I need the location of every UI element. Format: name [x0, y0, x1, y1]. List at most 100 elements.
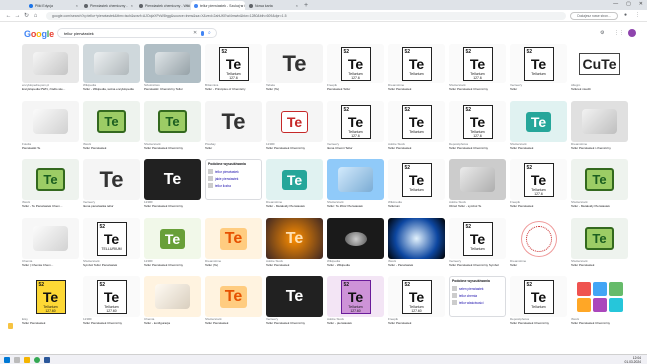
image-caption[interactable]: Tellur Pierwiastek — [510, 204, 567, 208]
image-result[interactable]: Te — [571, 159, 628, 200]
tab-1[interactable]: Pierwiastek chemiczny - × — [81, 1, 135, 10]
avatar[interactable] — [628, 29, 636, 37]
image-caption[interactable]: Tellur Pierwiastek — [83, 146, 140, 150]
image-caption[interactable]: Tellur Pierwiastek Chemiczny — [449, 87, 506, 91]
image-caption[interactable]: Tellur Pierwiastek — [388, 87, 445, 91]
image-result[interactable]: Podobne wyszukiwania tellur pierwiastek ja… — [205, 159, 262, 200]
image-result[interactable]: Te — [83, 101, 140, 142]
image-result[interactable]: 52 Te Tellurium 127.6 — [449, 44, 506, 83]
image-result[interactable]: 52 Te Tellurium — [388, 44, 445, 83]
image-caption[interactable]: Tellur Pierwiastek — [388, 321, 445, 325]
image-result[interactable] — [22, 218, 79, 259]
image-caption[interactable]: Ikona pierwiastka tellur — [83, 204, 140, 208]
windows-start-icon[interactable] — [4, 357, 10, 363]
image-result[interactable]: Te — [205, 276, 262, 317]
reload-icon[interactable]: ↻ — [22, 12, 31, 19]
image-result[interactable]: 52 Te Tellurium — [449, 218, 506, 259]
image-result[interactable]: 52 Te Tellurium — [388, 101, 445, 142]
tab-close-icon[interactable]: × — [186, 3, 188, 8]
image-result[interactable]: Te — [144, 159, 201, 200]
tab-close-icon[interactable]: × — [76, 3, 78, 8]
image-caption[interactable]: Tellur — [510, 87, 567, 91]
image-result[interactable]: Te — [266, 159, 323, 200]
home-icon[interactable]: ⌂ — [31, 13, 40, 19]
image-result[interactable]: Te — [266, 276, 323, 317]
image-caption[interactable]: Tellur Pierwiastek Chemiczny — [266, 321, 323, 325]
image-caption[interactable]: Tellur | Chemia Chem... — [22, 263, 79, 267]
maximize-icon[interactable]: ▢ — [626, 1, 631, 7]
image-caption[interactable]: Tellur Pierwiastek Chemiczny — [571, 321, 628, 325]
related-search-item[interactable]: tellur liczba — [208, 183, 231, 188]
image-caption[interactable]: Tellur Pierwiastek Chemiczny — [144, 204, 201, 208]
image-result[interactable] — [449, 159, 506, 200]
image-caption[interactable]: Tellur - Pierwiastek — [388, 263, 445, 267]
image-caption[interactable]: Tellur - Wikipedia — [327, 263, 384, 267]
settings-icon[interactable]: ⚙ — [600, 30, 604, 36]
image-caption[interactable]: Encyklopedia PWN, źródło wie... — [22, 87, 79, 91]
tab-4[interactable]: Nowa karta × — [246, 1, 300, 10]
microphone-icon[interactable] — [201, 31, 204, 36]
image-result[interactable] — [388, 218, 445, 259]
image-caption[interactable]: Tellur Pierwiastek Chemiczny — [449, 146, 506, 150]
image-caption[interactable]: Tellur Pierwiastek — [22, 321, 79, 325]
tab-close-icon[interactable]: × — [241, 3, 243, 8]
image-caption[interactable]: Tellur - konfiguracja — [144, 321, 201, 325]
menu-icon[interactable]: ⋮ — [635, 12, 640, 18]
image-result[interactable]: 52 Te Tellurium 127.60 — [388, 276, 445, 317]
image-result[interactable]: Podobne wyszukiwania selen pierwiastek tel… — [449, 276, 506, 317]
image-result[interactable]: 52 Te Tellurium — [510, 276, 567, 317]
image-caption[interactable]: Tellur Pierwiastek — [266, 263, 323, 267]
image-result[interactable]: Te — [266, 101, 323, 142]
search-box[interactable]: tellur pierwiastek ✕ ⌕ — [57, 28, 217, 38]
image-caption[interactable]: Tellur Pierwiastek — [388, 146, 445, 150]
search-taskbar-icon[interactable] — [14, 357, 20, 363]
image-caption[interactable]: Tellur — [205, 146, 262, 150]
image-caption[interactable]: Tellur - Wikipedia, wolna encyklopedia — [83, 87, 140, 91]
image-result[interactable] — [571, 276, 628, 317]
image-result[interactable]: 52 Te Tellurium 127.6 — [327, 101, 384, 142]
new-tab-icon[interactable]: + — [304, 1, 308, 10]
tab-0[interactable]: Pliki Edycja × — [26, 1, 80, 10]
clear-icon[interactable]: ✕ — [193, 30, 197, 36]
image-caption[interactable]: Tellur Pierwiastek Chemiczny — [510, 321, 567, 325]
word-icon[interactable] — [44, 357, 50, 363]
image-result[interactable] — [571, 101, 628, 142]
image-caption[interactable]: Obraz Tellur - symbol Te — [449, 204, 506, 208]
apps-grid-icon[interactable]: ⋮⋮ — [614, 30, 624, 36]
search-icon[interactable]: ⌕ — [208, 30, 211, 36]
image-result[interactable]: 52 Te Tellurium — [388, 159, 445, 200]
image-result[interactable]: Te — [266, 44, 323, 83]
image-caption[interactable]: Pierwiastki Te — [22, 146, 79, 150]
related-search-item[interactable]: jakie pierwiastek — [208, 176, 238, 181]
chrome-icon[interactable] — [34, 357, 40, 363]
image-result[interactable] — [510, 218, 567, 259]
image-result[interactable]: Te — [571, 218, 628, 259]
image-result[interactable]: Te — [510, 101, 567, 142]
related-search-item[interactable]: tellur pierwiastek — [208, 169, 239, 174]
image-caption[interactable]: Tellur (Te) — [205, 263, 262, 267]
image-caption[interactable]: Tellur Pierwiastek — [571, 263, 628, 267]
image-caption[interactable]: Tellur - Metaloidy Pierwiastek — [266, 204, 323, 208]
close-window-icon[interactable]: ✕ — [639, 1, 643, 7]
image-caption[interactable]: Ikona Chemii Tellur — [327, 146, 384, 150]
image-caption[interactable]: Tellur - Metaloidy Pierwiastek — [571, 204, 628, 208]
url-field[interactable]: google.com/search?q=tellur+pierwiastek&t… — [46, 12, 566, 20]
image-result[interactable]: Te — [205, 101, 262, 142]
image-result[interactable]: Te — [83, 159, 140, 200]
image-caption[interactable]: Symbol Tellur Pierwiastek — [83, 263, 140, 267]
google-logo[interactable]: Google — [24, 29, 54, 39]
image-result[interactable] — [83, 44, 140, 83]
image-caption[interactable]: Tellurium — [388, 204, 445, 208]
tab-3[interactable]: tellur pierwiastek - Szukaj w G × — [191, 1, 245, 10]
image-result[interactable]: 52 Te Tellurium — [510, 44, 567, 83]
profile-icon[interactable]: ● — [624, 12, 627, 18]
profile-pill[interactable]: Dodajesz nowe stron... — [570, 12, 618, 20]
related-search-item[interactable]: tellur właściwości — [452, 300, 483, 305]
image-caption[interactable]: Tellur Pierwiastek Chemiczny — [266, 146, 323, 150]
minimize-icon[interactable]: — — [613, 1, 618, 7]
related-search-item[interactable]: selen pierwiastek — [452, 286, 483, 291]
tab-2[interactable]: Pierwiastek chemiczny - Wikip × — [136, 1, 190, 10]
tab-close-icon[interactable]: × — [131, 3, 133, 8]
clock[interactable]: 12:04 01.03.2024 — [624, 356, 641, 364]
image-result[interactable]: Te — [144, 218, 201, 259]
